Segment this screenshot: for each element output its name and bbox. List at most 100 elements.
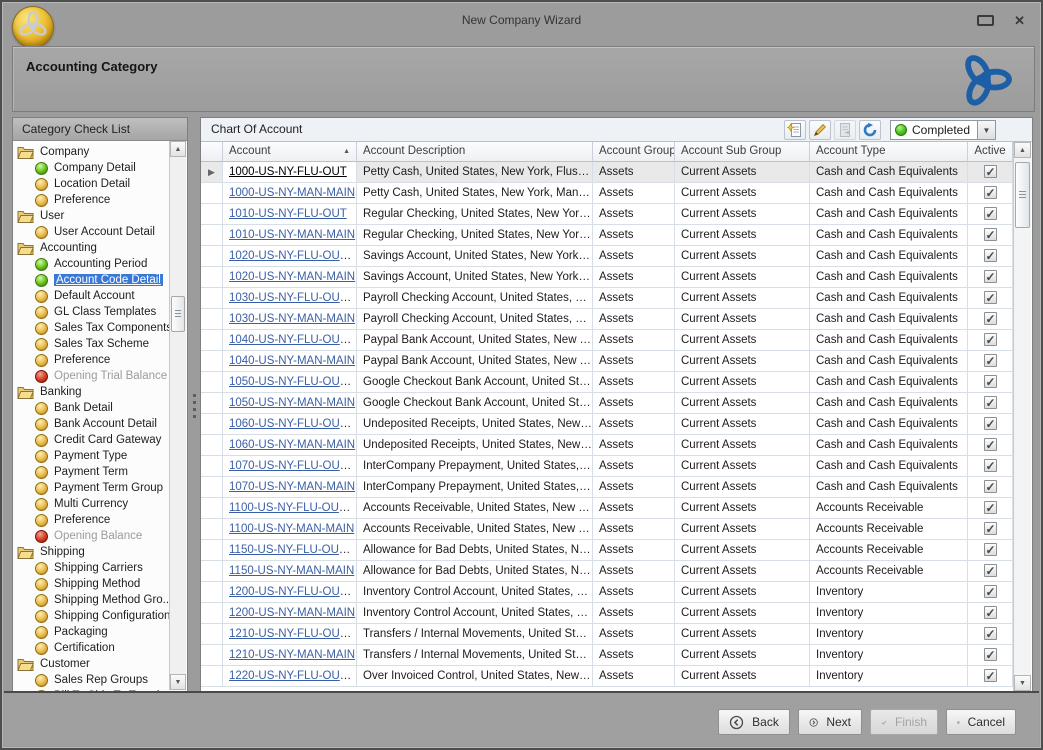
account-link[interactable]: 1070-US-NY-FLU-OUTLET — [229, 460, 356, 472]
table-row[interactable]: 1000-US-NY-MAN-MAIN Petty Cash, United St… — [201, 183, 1013, 204]
account-link[interactable]: 1050-US-NY-MAN-MAIN — [229, 397, 355, 409]
sidebar-item-bank-detail[interactable]: Bank Detail — [13, 400, 169, 416]
table-row[interactable]: 1070-US-NY-FLU-OUTLET InterCompany Prepay… — [201, 456, 1013, 477]
scroll-up-icon[interactable]: ▲ — [170, 141, 186, 157]
table-row[interactable]: 1020-US-NY-FLU-OUTLET Savings Account, Un… — [201, 246, 1013, 267]
active-checkbox[interactable] — [983, 561, 997, 581]
sidebar-item-payment-type[interactable]: Payment Type — [13, 448, 169, 464]
table-row[interactable]: 1150-US-NY-FLU-OUTLET Allowance for Bad D… — [201, 540, 1013, 561]
active-checkbox[interactable] — [983, 624, 997, 644]
tree-group-company[interactable]: Company — [13, 144, 169, 160]
active-checkbox[interactable] — [983, 225, 997, 245]
active-checkbox[interactable] — [983, 246, 997, 266]
edit-icon[interactable] — [809, 120, 831, 140]
active-checkbox[interactable] — [983, 603, 997, 623]
tree-group-customer[interactable]: Customer — [13, 656, 169, 672]
active-checkbox[interactable] — [983, 162, 997, 182]
active-checkbox[interactable] — [983, 372, 997, 392]
table-row[interactable]: 1020-US-NY-MAN-MAIN Savings Account, Unit… — [201, 267, 1013, 288]
sidebar-item-packaging[interactable]: Packaging — [13, 624, 169, 640]
sidebar-item-location-detail[interactable]: Location Detail — [13, 176, 169, 192]
column-header-description[interactable]: Account Description — [357, 142, 593, 162]
account-link[interactable]: 1060-US-NY-MAN-MAIN — [229, 439, 355, 451]
sidebar-item-account-code-detail[interactable]: Account Code Detail — [13, 272, 169, 288]
tree-group-shipping[interactable]: Shipping — [13, 544, 169, 560]
account-link[interactable]: 1030-US-NY-FLU-OUTLET — [229, 292, 356, 304]
account-link[interactable]: 1050-US-NY-FLU-OUTLET — [229, 376, 356, 388]
minimize-icon[interactable] — [977, 15, 995, 26]
table-row[interactable]: 1030-US-NY-MAN-MAIN Payroll Checking Acco… — [201, 309, 1013, 330]
dropdown-arrow-icon[interactable]: ▼ — [977, 121, 995, 139]
sidebar-item-default-account[interactable]: Default Account — [13, 288, 169, 304]
account-link[interactable]: 1200-US-NY-FLU-OUTLET — [229, 586, 356, 598]
back-button[interactable]: Back — [718, 709, 790, 735]
sidebar-item-payment-term[interactable]: Payment Term — [13, 464, 169, 480]
account-link[interactable]: 1100-US-NY-MAN-MAIN — [229, 523, 354, 535]
account-link[interactable]: 1210-US-NY-MAN-MAIN — [229, 649, 355, 661]
table-row[interactable]: 1210-US-NY-MAN-MAIN Transfers / Internal … — [201, 645, 1013, 666]
sidebar-item-accounting-period[interactable]: Accounting Period — [13, 256, 169, 272]
account-link[interactable]: 1220-US-NY-FLU-OUTLET — [229, 670, 356, 682]
table-row[interactable]: 1040-US-NY-MAN-MAIN Paypal Bank Account, … — [201, 351, 1013, 372]
account-link[interactable]: 1040-US-NY-FLU-OUTLET — [229, 334, 356, 346]
account-link[interactable]: 1010-US-NY-MAN-MAIN — [229, 229, 355, 241]
table-row[interactable]: 1070-US-NY-MAN-MAIN InterCompany Prepayme… — [201, 477, 1013, 498]
account-link[interactable]: 1150-US-NY-FLU-OUTLET — [229, 544, 356, 556]
account-link[interactable]: 1150-US-NY-MAN-MAIN — [229, 565, 354, 577]
sidebar-item-multi-currency[interactable]: Multi Currency — [13, 496, 169, 512]
active-checkbox[interactable] — [983, 519, 997, 539]
column-header-type[interactable]: Account Type — [810, 142, 968, 162]
active-checkbox[interactable] — [983, 582, 997, 602]
table-row[interactable]: 1210-US-NY-FLU-OUTLET Transfers / Interna… — [201, 624, 1013, 645]
sidebar-item-credit-card-gateway[interactable]: Credit Card Gateway — [13, 432, 169, 448]
account-link[interactable]: 1030-US-NY-MAN-MAIN — [229, 313, 355, 325]
active-checkbox[interactable] — [983, 183, 997, 203]
tree-group-banking[interactable]: Banking — [13, 384, 169, 400]
account-link[interactable]: 1020-US-NY-FLU-OUTLET — [229, 250, 356, 262]
scroll-down-icon[interactable]: ▼ — [1014, 675, 1031, 691]
account-link[interactable]: 1000-US-NY-MAN-MAIN — [229, 187, 355, 199]
account-link[interactable]: 1070-US-NY-MAN-MAIN — [229, 481, 355, 493]
active-checkbox[interactable] — [983, 414, 997, 434]
panel-splitter[interactable] — [190, 394, 198, 418]
active-checkbox[interactable] — [983, 330, 997, 350]
sidebar-item-sales-tax-components[interactable]: Sales Tax Components — [13, 320, 169, 336]
table-row[interactable]: 1050-US-NY-MAN-MAIN Google Checkout Bank … — [201, 393, 1013, 414]
sidebar-item-payment-term-group[interactable]: Payment Term Group — [13, 480, 169, 496]
table-row[interactable]: 1030-US-NY-FLU-OUTLET Payroll Checking Ac… — [201, 288, 1013, 309]
sidebar-item-opening-trial-balance[interactable]: Opening Trial Balance — [13, 368, 169, 384]
sidebar-scrollbar[interactable]: ▲ ▼ — [169, 141, 186, 690]
new-record-icon[interactable] — [784, 120, 806, 140]
table-row[interactable]: 1200-US-NY-FLU-OUTLET Inventory Control A… — [201, 582, 1013, 603]
sidebar-item-sales-tax-scheme[interactable]: Sales Tax Scheme — [13, 336, 169, 352]
sidebar-item-shipping-carriers[interactable]: Shipping Carriers — [13, 560, 169, 576]
sidebar-item-shipping-method[interactable]: Shipping Method — [13, 576, 169, 592]
active-checkbox[interactable] — [983, 435, 997, 455]
account-link[interactable]: 1010-US-NY-FLU-OUT — [229, 208, 347, 220]
sidebar-item-opening-balance[interactable]: Opening Balance — [13, 528, 169, 544]
sidebar-item-certification[interactable]: Certification — [13, 640, 169, 656]
sidebar-item-user-account-detail[interactable]: User Account Detail — [13, 224, 169, 240]
sidebar-item-preference[interactable]: Preference — [13, 192, 169, 208]
active-checkbox[interactable] — [983, 267, 997, 287]
sidebar-item-bank-account-detail[interactable]: Bank Account Detail — [13, 416, 169, 432]
column-header-group[interactable]: Account Group — [593, 142, 675, 162]
sidebar-item-gl-class-templates[interactable]: GL Class Templates — [13, 304, 169, 320]
tree-group-accounting[interactable]: Accounting — [13, 240, 169, 256]
active-checkbox[interactable] — [983, 204, 997, 224]
sidebar-item-preference[interactable]: Preference — [13, 512, 169, 528]
active-checkbox[interactable] — [983, 351, 997, 371]
sidebar-item-shipping-configuration[interactable]: Shipping Configuration — [13, 608, 169, 624]
account-link[interactable]: 1100-US-NY-FLU-OUTLET — [229, 502, 356, 514]
cancel-button[interactable]: Cancel — [946, 709, 1016, 735]
table-row[interactable]: 1060-US-NY-FLU-OUTLET Undeposited Receipt… — [201, 414, 1013, 435]
account-link[interactable]: 1040-US-NY-MAN-MAIN — [229, 355, 355, 367]
active-checkbox[interactable] — [983, 498, 997, 518]
column-header-subgroup[interactable]: Account Sub Group — [675, 142, 810, 162]
table-row[interactable]: 1010-US-NY-MAN-MAIN Regular Checking, Uni… — [201, 225, 1013, 246]
table-scrollbar[interactable]: ▲ ▼ — [1013, 142, 1031, 691]
active-checkbox[interactable] — [983, 477, 997, 497]
refresh-icon[interactable] — [859, 120, 881, 140]
table-row[interactable]: 1100-US-NY-FLU-OUTLET Accounts Receivable… — [201, 498, 1013, 519]
sidebar-item-company-detail[interactable]: Company Detail — [13, 160, 169, 176]
